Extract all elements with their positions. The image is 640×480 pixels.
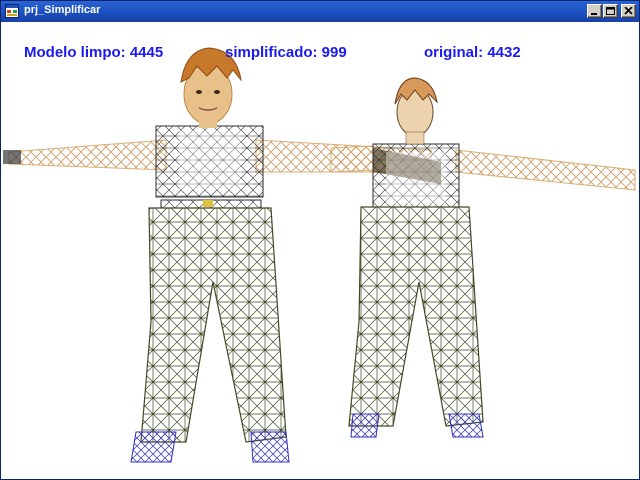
minimize-button[interactable] xyxy=(587,4,602,18)
minimize-icon xyxy=(591,13,597,15)
clean-right-shoe xyxy=(250,431,290,463)
simplified-left-shoe xyxy=(350,413,380,438)
simplified-left-arm xyxy=(330,145,374,173)
app-window: prj_Simplificar Modelo limpo: 4445 simpl… xyxy=(0,0,640,480)
close-icon xyxy=(624,7,633,15)
maximize-button[interactable] xyxy=(603,4,618,18)
clean-model-count: Modelo limpo: 4445 xyxy=(24,44,164,61)
close-button[interactable] xyxy=(621,4,636,18)
window-title: prj_Simplificar xyxy=(24,4,101,16)
original-count: original: 4432 xyxy=(424,44,521,61)
simplified-right-shoe xyxy=(448,413,484,438)
model-viewport xyxy=(3,47,636,463)
simplified-model-figure xyxy=(330,77,636,438)
render-canvas[interactable]: Modelo limpo: 4445 simplificado: 999 ori… xyxy=(1,22,639,479)
window-controls xyxy=(587,4,636,18)
app-form-icon xyxy=(5,4,19,18)
clean-left-arm xyxy=(8,139,167,171)
maximize-icon xyxy=(606,7,615,15)
clean-pants xyxy=(140,207,287,443)
clean-left-shoe xyxy=(130,431,177,463)
simplified-count: simplificado: 999 xyxy=(225,44,347,61)
simplified-right-arm xyxy=(455,149,636,191)
title-bar[interactable]: prj_Simplificar xyxy=(1,1,639,22)
simplified-pants xyxy=(348,206,484,427)
